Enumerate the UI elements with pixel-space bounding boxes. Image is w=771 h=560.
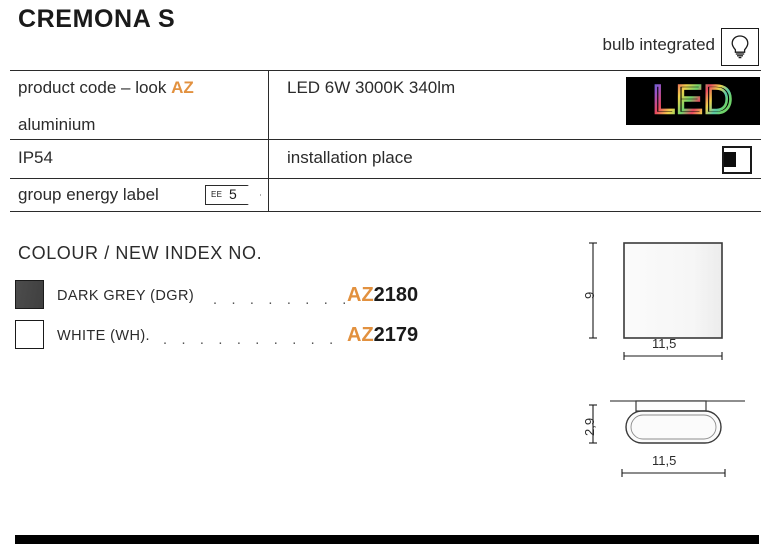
side-view-drawing: 2,9 11,5 — [560, 385, 771, 485]
leader-dots: . . . . . . . . . . — [163, 332, 339, 346]
wall-mount-icon — [722, 146, 752, 174]
wall-mount-icon-fill — [724, 152, 736, 167]
energy-label-badge-value: 5 — [229, 186, 237, 202]
page-header: CREMONA S bulb integrated — [0, 0, 771, 66]
colour-section-heading: COLOUR / NEW INDEX NO. — [18, 243, 263, 263]
colour-name: DARK GREY (DGR) — [57, 288, 195, 304]
table-rule — [10, 139, 761, 140]
table-rule — [10, 211, 761, 212]
front-view-drawing: 9 11,5 — [560, 235, 771, 365]
front-view-width-label: 11,5 — [652, 336, 677, 351]
table-divider — [268, 139, 269, 211]
energy-label-label: group energy label — [18, 185, 159, 204]
side-view-width-label: 11,5 — [652, 453, 677, 468]
table-rule — [10, 178, 761, 179]
colour-name: WHITE (WH). — [57, 328, 150, 344]
dark-grey-swatch — [15, 280, 44, 309]
material-label: aluminium — [18, 115, 96, 134]
energy-label-badge: EE 5 — [205, 185, 261, 205]
installation-place-label: installation place — [287, 148, 413, 167]
table-divider — [268, 70, 269, 139]
ip-rating-label: IP54 — [18, 148, 53, 167]
leader-dots: . . . . . . . . — [213, 292, 346, 306]
product-code-number: 2180 — [373, 284, 419, 306]
svg-text:LED: LED — [653, 78, 734, 122]
white-swatch — [15, 320, 44, 349]
product-code-prefix: AZ — [347, 284, 374, 306]
led-logo: LED — [626, 77, 760, 125]
led-spec-label: LED 6W 3000K 340lm — [287, 78, 456, 97]
table-rule — [10, 70, 761, 71]
product-code-accent: AZ — [171, 78, 194, 97]
product-code-label: product code – look AZ — [18, 78, 194, 98]
product-code: AZ2179 — [347, 324, 418, 347]
bulb-integrated-label: bulb integrated — [602, 35, 715, 54]
lightbulb-icon — [721, 28, 759, 66]
product-code: AZ2180 — [347, 284, 418, 307]
product-code-number: 2179 — [373, 324, 419, 346]
energy-label-badge-prefix: EE — [211, 190, 223, 199]
product-code-prefix: AZ — [347, 324, 374, 346]
side-view-height-label: 2,9 — [582, 417, 597, 436]
bottom-bar — [15, 535, 759, 544]
page-title: CREMONA S — [18, 5, 176, 33]
product-code-text: product code – look — [18, 78, 172, 97]
front-view-height-label: 9 — [582, 291, 597, 299]
